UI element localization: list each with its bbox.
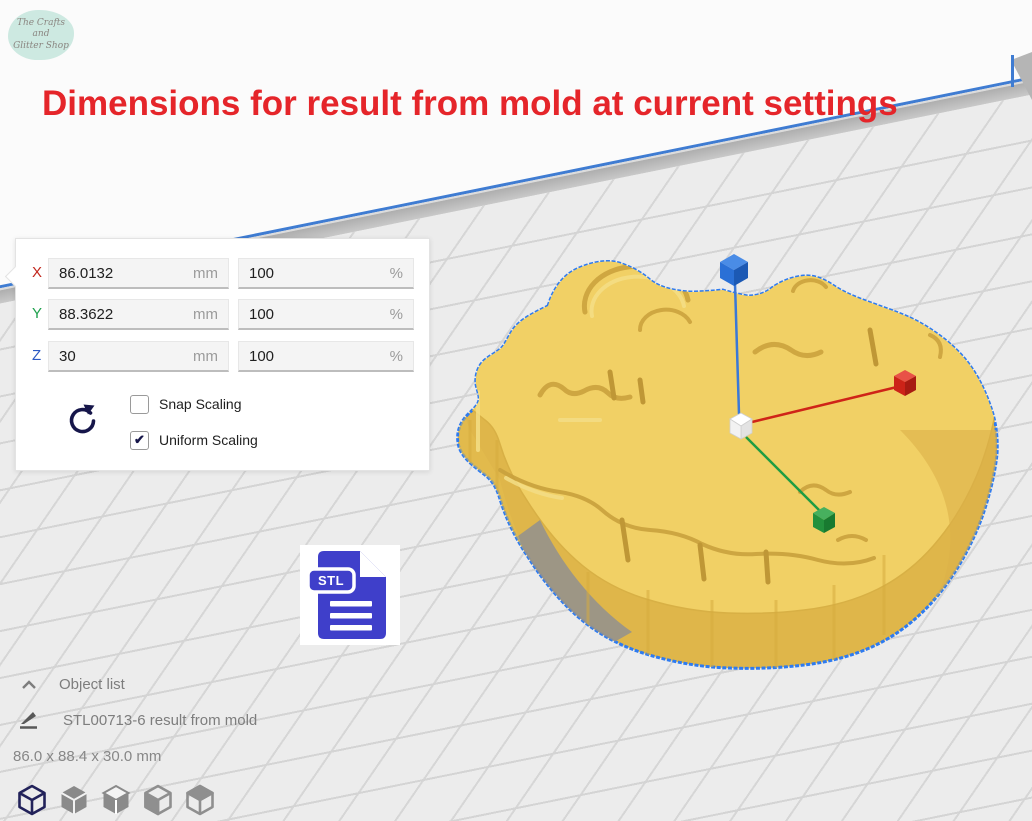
scale-row-z: Z mm % bbox=[16, 341, 429, 372]
view-right-icon[interactable] bbox=[182, 782, 218, 818]
logo-line2: and bbox=[33, 29, 50, 40]
logo-line3: Glitter Shop bbox=[13, 41, 69, 52]
object-list-title: Object list bbox=[59, 676, 125, 693]
y-axis-label: Y bbox=[32, 305, 48, 322]
page-title: Dimensions for result from mold at curre… bbox=[42, 84, 898, 124]
uniform-scaling-row: ✔ Uniform Scaling bbox=[130, 430, 258, 450]
stl-doc-lines bbox=[330, 601, 372, 631]
snap-scaling-label: Snap Scaling bbox=[159, 396, 242, 412]
view-top-icon[interactable] bbox=[98, 782, 134, 818]
shop-logo: The Crafts and Glitter Shop bbox=[8, 10, 74, 60]
y-size-unit: mm bbox=[193, 306, 228, 323]
z-size-input[interactable] bbox=[49, 348, 193, 365]
check-icon: ✔ bbox=[134, 432, 145, 448]
model-dimensions-text: 86.0 x 88.4 x 30.0 mm bbox=[13, 748, 161, 765]
application-window: The Crafts and Glitter Shop Dimensions f… bbox=[0, 0, 1032, 821]
snap-scaling-checkbox[interactable]: ✔ bbox=[130, 395, 149, 414]
z-axis-label: Z bbox=[32, 347, 48, 364]
x-size-input[interactable] bbox=[49, 265, 193, 282]
scale-tool-panel: X mm % Y mm % Z mm bbox=[15, 238, 430, 471]
scale-row-y: Y mm % bbox=[16, 299, 429, 330]
mesh-type-icon bbox=[18, 711, 40, 730]
build-volume-corner-edge bbox=[1011, 55, 1014, 87]
y-percent-input[interactable] bbox=[239, 306, 390, 323]
z-percent-unit: % bbox=[390, 348, 413, 365]
y-percent-unit: % bbox=[390, 306, 413, 323]
stl-badge-label: STL bbox=[318, 573, 344, 588]
view-3d-icon[interactable] bbox=[14, 782, 50, 818]
snap-scaling-row: ✔ Snap Scaling bbox=[130, 394, 242, 414]
logo-line1: The Crafts bbox=[17, 18, 65, 29]
center-handle[interactable] bbox=[730, 413, 752, 439]
uniform-scaling-checkbox[interactable]: ✔ bbox=[130, 431, 149, 450]
object-list-header[interactable]: Object list bbox=[0, 676, 125, 693]
reset-scale-icon[interactable] bbox=[64, 402, 100, 440]
x-percent-input[interactable] bbox=[239, 265, 390, 282]
x-percent-unit: % bbox=[390, 265, 413, 282]
object-list-item-name: STL00713-6 result from mold bbox=[63, 712, 257, 729]
x-size-unit: mm bbox=[193, 265, 228, 282]
view-front-icon[interactable] bbox=[56, 782, 92, 818]
view-left-icon[interactable] bbox=[140, 782, 176, 818]
z-size-unit: mm bbox=[193, 348, 228, 365]
y-size-input[interactable] bbox=[49, 306, 193, 323]
x-axis-label: X bbox=[32, 264, 48, 281]
z-axis-handle[interactable] bbox=[720, 254, 748, 286]
model-viewport[interactable] bbox=[430, 228, 1032, 693]
scale-row-x: X mm % bbox=[16, 258, 429, 289]
stl-doc-fold bbox=[360, 551, 386, 577]
z-percent-input[interactable] bbox=[239, 348, 390, 365]
object-list-item[interactable]: STL00713-6 result from mold bbox=[0, 711, 257, 730]
camera-view-toolbar bbox=[14, 782, 218, 818]
uniform-scaling-label: Uniform Scaling bbox=[159, 432, 258, 448]
chevron-up-icon[interactable] bbox=[21, 680, 37, 690]
stl-file-icon: STL bbox=[300, 545, 400, 645]
